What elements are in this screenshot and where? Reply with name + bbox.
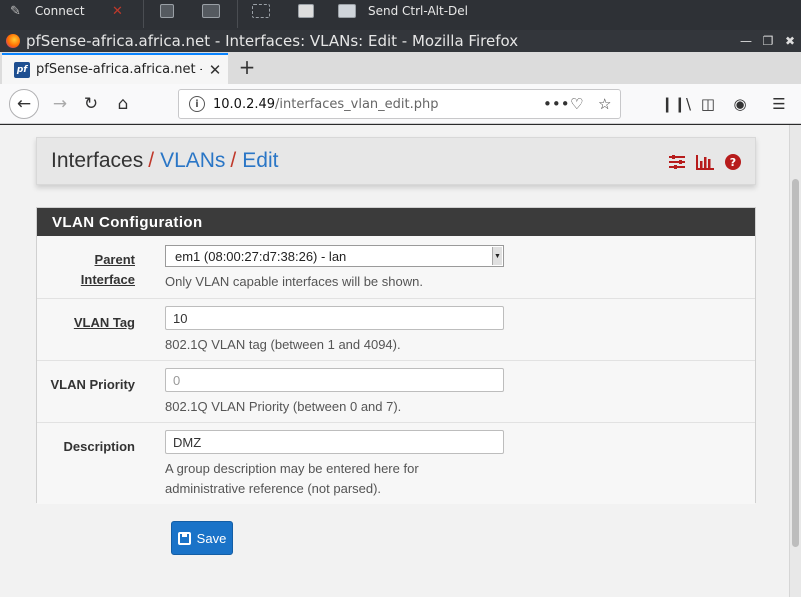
scrollbar-thumb[interactable] <box>792 179 799 547</box>
page-actions-icon[interactable]: ••• <box>543 90 570 118</box>
menu-hamburger-icon[interactable]: ☰ <box>766 89 792 119</box>
window-title: pfSense-africa.africa.net - Interfaces: … <box>26 32 519 50</box>
vlan-tag-field: 10 802.1Q VLAN tag (between 1 and 4094). <box>165 306 504 355</box>
vnc-connect-button[interactable]: ✎ Connect <box>10 0 85 22</box>
description-value: DMZ <box>173 434 202 450</box>
save-button[interactable]: Save <box>171 521 233 555</box>
parent-interface-field: em1 (08:00:27:d7:38:26) - lan ▼ Only VLA… <box>165 245 504 292</box>
close-tab-icon[interactable]: ✕ <box>202 61 228 79</box>
parent-interface-help: Only VLAN capable interfaces will be sho… <box>165 274 423 289</box>
new-tab-icon[interactable]: + <box>236 56 258 78</box>
vnc-toolbar: ✎ Connect ✕ Send Ctrl-Alt-Del <box>0 0 801 30</box>
vlan-tag-help: 802.1Q VLAN tag (between 1 and 4094). <box>165 337 401 352</box>
restore-icon[interactable]: ❐ <box>757 34 779 48</box>
breadcrumb-vlans-link[interactable]: VLANs <box>160 149 225 173</box>
url-bar[interactable]: i 10.0.2.49 /interfaces_vlan_edit.php ••… <box>178 89 621 119</box>
home-icon[interactable]: ⌂ <box>108 89 138 119</box>
save-button-label: Save <box>196 530 227 546</box>
parent-interface-label: Parent Interface <box>37 250 135 290</box>
vlan-priority-help: 802.1Q VLAN Priority (between 0 and 7). <box>165 399 402 414</box>
vlan-priority-row: VLAN Priority 0 802.1Q VLAN Priority (be… <box>37 360 755 422</box>
save-disk-icon <box>177 531 191 545</box>
breadcrumb-separator: / <box>230 149 237 172</box>
vlan-tag-label: VLAN Tag <box>73 315 135 330</box>
dropdown-arrow-icon[interactable]: ▼ <box>492 247 502 265</box>
window-titlebar: pfSense-africa.africa.net - Interfaces: … <box>0 30 801 52</box>
tab-title: pfSense-africa.africa.net - <box>36 62 202 77</box>
parent-interface-row: Parent Interface em1 (08:00:27:d7:38:26)… <box>37 236 755 298</box>
vlan-tag-row: VLAN Tag 10 802.1Q VLAN tag (between 1 a… <box>37 298 755 360</box>
pencil-icon: ✎ <box>10 3 21 19</box>
url-path: /interfaces_vlan_edit.php <box>275 96 439 112</box>
panel-title: VLAN Configuration <box>37 208 755 236</box>
vlan-tag-input[interactable]: 10 <box>165 306 504 330</box>
sidebar-icon[interactable]: ◫ <box>695 89 721 119</box>
toolbar-divider <box>143 0 144 28</box>
vnc-connect-label: Connect <box>34 4 85 18</box>
send-cad-label: Send Ctrl-Alt-Del <box>368 4 468 18</box>
bar-chart-icon[interactable] <box>695 152 715 172</box>
description-help-line2: administrative reference (not parsed). <box>165 481 382 496</box>
breadcrumb-separator: / <box>148 149 155 172</box>
firefox-logo-icon <box>6 34 20 48</box>
vlan-priority-input[interactable]: 0 <box>165 368 504 392</box>
breadcrumb-root: Interfaces <box>51 149 144 172</box>
vlan-priority-field: 0 802.1Q VLAN Priority (between 0 and 7)… <box>165 368 504 417</box>
account-icon[interactable]: ◉ <box>727 89 753 119</box>
clipboard-icon[interactable] <box>160 0 174 22</box>
page-content: Interfaces / VLANs / Edit ? VLAN Configu… <box>0 125 789 597</box>
pfsense-favicon-icon: pf <box>14 61 30 78</box>
parent-interface-select[interactable]: em1 (08:00:27:d7:38:26) - lan ▼ <box>165 245 504 267</box>
breadcrumb-edit-link[interactable]: Edit <box>242 149 278 173</box>
site-info-icon[interactable]: i <box>189 96 205 112</box>
fullscreen-icon[interactable] <box>252 0 270 22</box>
disconnect-icon[interactable]: ✕ <box>112 0 123 22</box>
description-input[interactable]: DMZ <box>165 430 504 454</box>
bookmark-star-icon[interactable]: ☆ <box>598 90 611 118</box>
description-label: Description <box>63 439 135 454</box>
vlan-priority-placeholder: 0 <box>173 372 181 388</box>
parent-interface-label-line2: Interface <box>80 272 135 287</box>
pocket-icon[interactable]: ♡ <box>570 90 583 118</box>
page-header: Interfaces / VLANs / Edit ? <box>36 137 756 185</box>
vlan-priority-label: VLAN Priority <box>50 377 135 392</box>
back-arrow-icon[interactable]: ← <box>9 89 39 119</box>
description-help-line1: A group description may be entered here … <box>165 461 419 476</box>
header-icons: ? <box>667 152 743 172</box>
description-help: A group description may be entered here … <box>165 459 504 499</box>
sliders-icon[interactable] <box>667 152 687 172</box>
library-icon[interactable]: ❙❙\ <box>661 89 691 119</box>
url-host: 10.0.2.49 <box>213 96 276 112</box>
navigation-toolbar: ← → ↻ ⌂ i 10.0.2.49 /interfaces_vlan_edi… <box>0 84 801 124</box>
help-icon[interactable]: ? <box>723 152 743 172</box>
browser-tab[interactable]: pf pfSense-africa.africa.net - ✕ <box>2 53 228 84</box>
vlan-configuration-panel: VLAN Configuration Parent Interface em1 … <box>36 207 756 504</box>
screenshot-icon[interactable] <box>202 0 220 22</box>
page-scrollbar[interactable] <box>789 125 801 597</box>
vlan-tag-value: 10 <box>173 310 188 326</box>
parent-interface-label-line1: Parent <box>94 252 135 267</box>
description-row: Description DMZ A group description may … <box>37 422 755 504</box>
forward-arrow-icon[interactable]: → <box>45 89 75 119</box>
parent-interface-value: em1 (08:00:27:d7:38:26) - lan <box>175 248 347 264</box>
send-cad-button[interactable]: Send Ctrl-Alt-Del <box>338 0 468 22</box>
keyboard-icon <box>338 4 356 18</box>
tab-strip: pf pfSense-africa.africa.net - ✕ + <box>0 52 801 84</box>
description-field: DMZ A group description may be entered h… <box>165 430 504 499</box>
breadcrumb: Interfaces / VLANs / Edit <box>51 149 278 173</box>
toolbar-divider <box>237 0 238 28</box>
minimize-icon[interactable]: — <box>735 34 757 48</box>
close-window-icon[interactable]: ✖ <box>779 34 801 48</box>
lock-icon[interactable] <box>298 0 314 22</box>
reload-icon[interactable]: ↻ <box>76 89 106 119</box>
